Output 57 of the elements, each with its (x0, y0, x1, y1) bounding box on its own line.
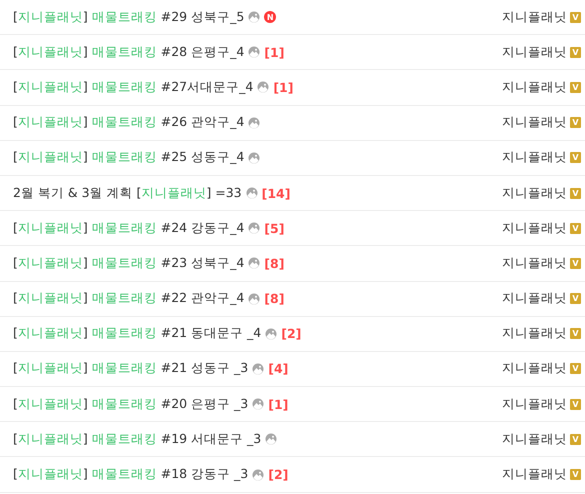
author-name[interactable]: 지니플래닛 (502, 254, 567, 272)
post-title-link[interactable]: [지니플래닛] 매물트래킹 #28 은평구_4 (13, 44, 244, 61)
level-badge: V (570, 46, 581, 58)
image-icon (248, 152, 260, 164)
author-name[interactable]: 지니플래닛 (502, 325, 567, 342)
level-badge: V (570, 222, 581, 234)
level-badge: V (570, 188, 581, 199)
image-icon (248, 46, 260, 58)
level-badge: V (570, 293, 581, 304)
image-icon (248, 257, 260, 270)
post-title-link[interactable]: 2월 복기 & 3월 계획 [지니플래닛] =33 (13, 184, 242, 202)
post-title-link[interactable]: [지니플래닛] 매물트래킹 #24 강동구_4 (13, 220, 244, 237)
post-title-link[interactable]: [지니플래닛] 매물트래킹 #18 강동구 _3 (13, 466, 248, 484)
image-icon (248, 116, 260, 129)
author-name[interactable]: 지니플래닛 (502, 220, 567, 237)
image-icon (257, 81, 270, 94)
level-badge: V (570, 12, 581, 23)
level-badge: V (570, 469, 581, 480)
author-name[interactable]: 지니플래닛 (502, 78, 567, 96)
new-badge: N (264, 11, 276, 24)
level-badge: V (570, 152, 581, 164)
post-title-link[interactable]: [지니플래닛] 매물트래킹 #29 성북구_5 (13, 8, 244, 26)
post-title-link[interactable]: [지니플래닛] 매물트래킹 #21 동대문구 _4 (13, 325, 262, 342)
post-title-link[interactable]: [지니플래닛] 매물트래킹 #22 관악구_4 (13, 290, 244, 308)
image-icon (252, 468, 264, 481)
post-title-link[interactable]: [지니플래닛] 매물트래킹 #19 서대문구 _3 (13, 430, 262, 448)
level-badge: V (570, 117, 581, 128)
image-icon (265, 328, 278, 340)
image-icon (248, 292, 260, 305)
level-badge: V (570, 363, 581, 374)
post-title-link[interactable]: [지니플래닛] 매물트래킹 #25 성동구_4 (13, 149, 244, 166)
image-icon (252, 398, 264, 410)
level-badge: V (570, 258, 581, 269)
author-name[interactable]: 지니플래닛 (502, 396, 567, 413)
author-name[interactable]: 지니플래닛 (502, 8, 567, 26)
author-name[interactable]: 지니플래닛 (502, 184, 567, 202)
image-icon (246, 187, 258, 200)
level-badge: V (570, 398, 581, 410)
level-badge: V (570, 328, 581, 340)
post-title-link[interactable]: [지니플래닛] 매물트래킹 #26 관악구_4 (13, 114, 244, 132)
image-icon (248, 11, 260, 24)
author-name[interactable]: 지니플래닛 (502, 466, 567, 484)
level-badge: V (570, 82, 581, 93)
post-title-link[interactable]: [지니플래닛] 매물트래킹 #27서대문구_4 (13, 78, 254, 96)
image-icon (252, 362, 264, 375)
author-name[interactable]: 지니플래닛 (502, 290, 567, 308)
author-name[interactable]: 지니플래닛 (502, 360, 567, 378)
image-icon (248, 222, 260, 234)
level-badge: V (570, 434, 581, 445)
image-icon (265, 433, 278, 446)
post-title-link[interactable]: [지니플래닛] 매물트래킹 #20 은평구 _3 (13, 396, 248, 413)
author-name[interactable]: 지니플래닛 (502, 114, 567, 132)
post-title-link[interactable]: [지니플래닛] 매물트래킹 #21 성동구 _3 (13, 360, 248, 378)
author-name[interactable]: 지니플래닛 (502, 149, 567, 166)
post-title-link[interactable]: [지니플래닛] 매물트래킹 #23 성북구_4 (13, 254, 244, 272)
author-name[interactable]: 지니플래닛 (502, 430, 567, 448)
author-name[interactable]: 지니플래닛 (502, 44, 567, 61)
